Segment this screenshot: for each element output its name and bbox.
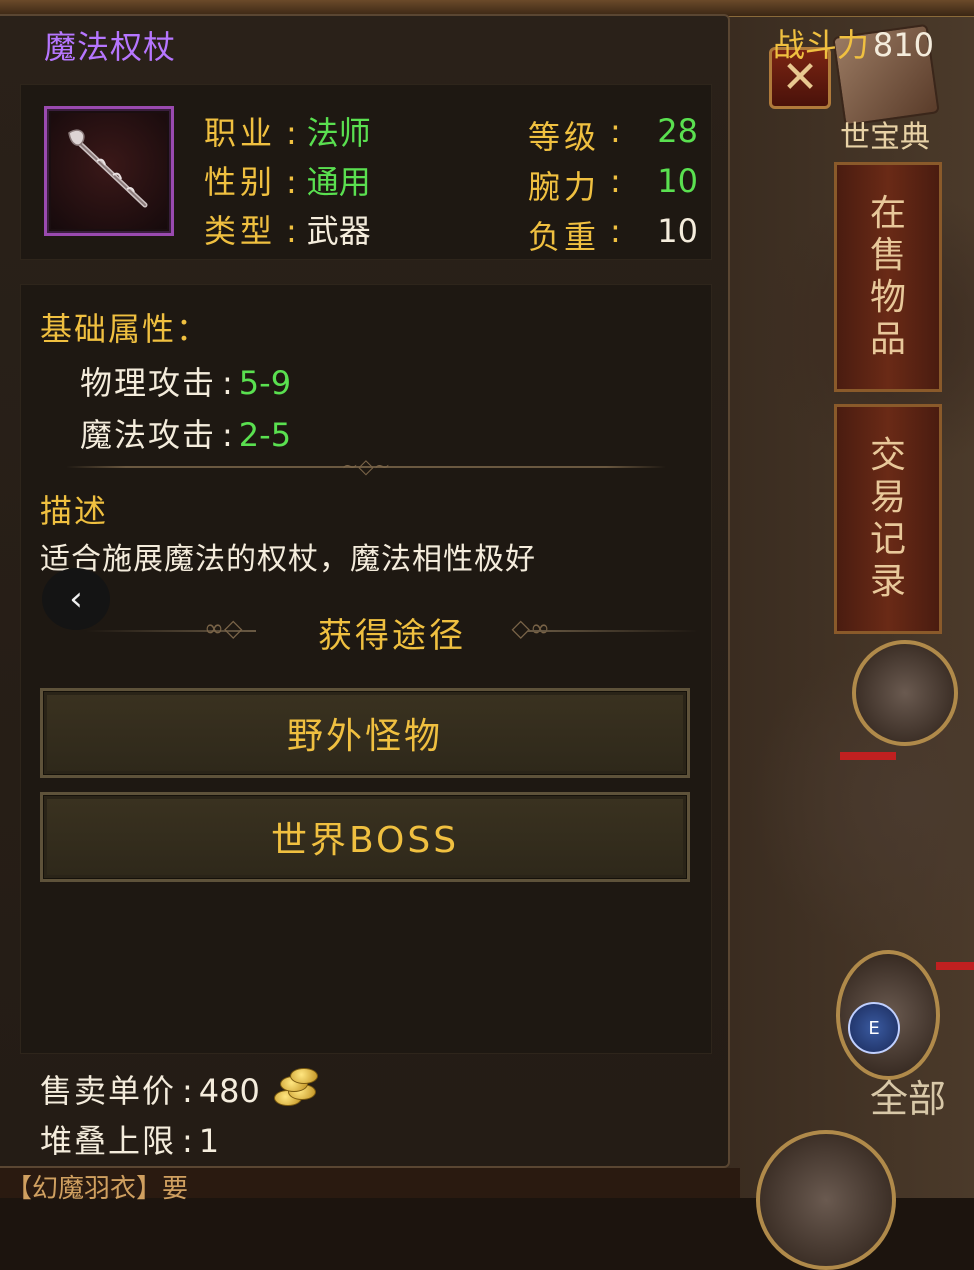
type-value: 武器: [306, 212, 371, 250]
stack-limit-row: 堆叠上限:1: [40, 1122, 220, 1160]
tab-trade-log[interactable]: 交 易 记 录: [834, 404, 942, 634]
chevron-left-icon: ‹: [69, 579, 83, 619]
magic-attack-row: 魔法攻击:2-5: [80, 416, 292, 454]
item-name: 魔法权杖: [44, 28, 177, 66]
weight-value: 10: [657, 212, 698, 250]
physical-attack-row: 物理攻击:5-9: [80, 364, 292, 402]
magic-attack-value: 2-5: [238, 416, 292, 454]
profession-row: 职业: 法师: [204, 114, 371, 152]
level-value: 28: [657, 112, 698, 150]
gender-row: 性别: 通用: [204, 163, 371, 201]
sources-title: 获得途径: [318, 616, 466, 656]
level-row: 等级:28: [528, 112, 698, 156]
fire-skill-icon[interactable]: [756, 1130, 896, 1270]
combat-power-value: 810: [872, 26, 934, 64]
item-icon-frame: [44, 106, 174, 236]
physical-attack-value: 5-9: [238, 364, 292, 402]
staff-icon: [68, 129, 148, 208]
combat-power: 战斗力 810: [773, 20, 934, 66]
type-row: 类型: 武器: [204, 212, 371, 250]
divider-ornament-icon: ~◇~: [341, 454, 391, 478]
strength-row: 腕力:10: [528, 162, 698, 206]
e-key-badge[interactable]: E: [848, 1002, 900, 1054]
combat-power-label: 战斗力: [772, 26, 869, 64]
hp-bar-2: [936, 962, 974, 970]
description-text: 适合施展魔法的权杖，魔法相性极好: [40, 542, 536, 577]
gender-value: 通用: [306, 163, 371, 201]
source-world-boss-button[interactable]: 世界BOSS: [40, 792, 690, 882]
treasure-book-label: 世宝典: [840, 120, 930, 155]
profession-value: 法师: [306, 114, 371, 152]
hp-bar: [840, 752, 896, 760]
book-orb-icon[interactable]: [852, 640, 958, 746]
all-filter-label[interactable]: 全部: [870, 1068, 946, 1123]
sources-header: ∞◇ 获得途径 ◇∞: [86, 606, 698, 656]
sell-price-value: 480: [198, 1072, 260, 1110]
strength-value: 10: [657, 162, 698, 200]
stack-limit-value: 1: [198, 1122, 220, 1160]
chat-strip: 【幻魔羽衣】要: [0, 1168, 740, 1204]
description-title: 描述: [40, 492, 109, 530]
ornament-right-icon: ◇∞: [511, 614, 550, 642]
basic-attributes-title: 基础属性：: [40, 310, 211, 348]
sell-price-row: 售卖单价:480: [40, 1066, 318, 1112]
tab-on-sale[interactable]: 在 售 物 品: [834, 162, 942, 392]
weight-row: 负重:10: [528, 212, 698, 256]
gold-coin-icon: [266, 1068, 318, 1108]
source-wild-monsters-button[interactable]: 野外怪物: [40, 688, 690, 778]
